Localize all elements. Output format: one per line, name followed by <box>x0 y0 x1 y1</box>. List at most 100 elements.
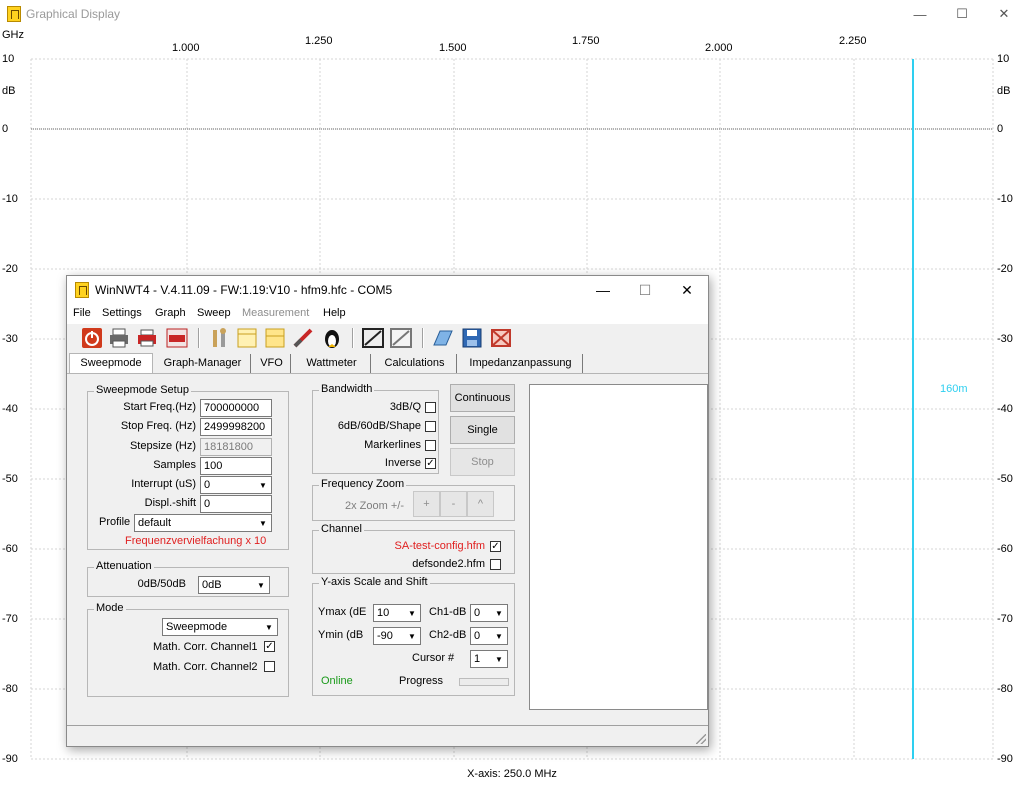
cursor-select[interactable]: 1 ▼ <box>470 650 508 668</box>
y-tick-label-right: 10 <box>997 53 1010 65</box>
resize-grip-icon[interactable] <box>696 734 706 744</box>
frame-icon[interactable] <box>235 326 259 350</box>
freq-multiplier-label: Frequenzvervielfachung x 10 <box>125 535 267 547</box>
samples-input[interactable]: 100 <box>200 457 272 475</box>
y-tick-label-left: -90 <box>2 753 18 765</box>
pdf-icon[interactable] <box>165 326 189 350</box>
menu-settings[interactable]: Settings <box>102 307 142 319</box>
x-unit-label: GHz <box>2 29 24 41</box>
markerlines-label: Markerlines <box>364 439 421 451</box>
tab-calculations[interactable]: Calculations <box>373 354 457 373</box>
markerlines-checkbox[interactable] <box>425 440 436 451</box>
dialog-titlebar[interactable]: WinNWT4 - V.4.11.09 - FW:1.19:V10 - hfm9… <box>67 276 708 304</box>
ch1-db-select[interactable]: 0 ▼ <box>470 604 508 622</box>
dialog-app-icon <box>75 282 89 298</box>
ch2-db-label: Ch2-dB <box>429 629 467 641</box>
channel-file1-checkbox[interactable]: ✓ <box>490 541 501 552</box>
dialog-close-button[interactable]: ✕ <box>666 276 708 304</box>
channel-file2-label: defsonde2.hfm <box>412 558 485 570</box>
calibrate-gray-icon[interactable] <box>389 326 413 350</box>
interrupt-value: 0 <box>204 479 211 491</box>
chevron-down-icon: ▼ <box>492 606 506 620</box>
zoom-minus-button[interactable]: - <box>440 491 467 517</box>
ymin-label: Ymin (dB <box>318 629 364 641</box>
y-tick-label-left: -30 <box>2 333 18 345</box>
start-freq-label: Start Freq.(Hz) <box>123 401 196 413</box>
status-bar <box>67 725 708 746</box>
winnwt-dialog[interactable]: WinNWT4 - V.4.11.09 - FW:1.19:V10 - hfm9… <box>66 275 709 747</box>
attenuation-select[interactable]: 0dB ▼ <box>198 576 270 594</box>
group-title: Y-axis Scale and Shift <box>319 576 430 588</box>
stop-freq-input[interactable]: 2499998200 <box>200 418 272 436</box>
printer-red-icon[interactable] <box>135 326 159 350</box>
y-tick-label-right: -40 <box>997 403 1013 415</box>
tab-wattmeter[interactable]: Wattmeter <box>293 354 371 373</box>
group-title: Mode <box>94 602 126 614</box>
y-unit-label-left: dB <box>2 85 16 97</box>
tab-sweepmode[interactable]: Sweepmode <box>69 353 153 374</box>
profile-label: Profile <box>99 516 131 528</box>
y-tick-label-left: 0 <box>2 123 9 135</box>
interrupt-select[interactable]: 0 ▼ <box>200 476 272 494</box>
mode-select[interactable]: Sweepmode ▼ <box>162 618 278 636</box>
menu-help[interactable]: Help <box>323 307 346 319</box>
chevron-down-icon: ▼ <box>405 629 419 643</box>
menu-bar: File Settings Graph Sweep Measurement He… <box>67 304 708 324</box>
online-status: Online <box>321 675 353 687</box>
stop-button[interactable]: Stop <box>450 448 515 476</box>
chevron-down-icon: ▼ <box>256 516 270 530</box>
bw-3db-label: 3dB/Q <box>389 401 421 413</box>
menu-graph[interactable]: Graph <box>155 307 186 319</box>
single-button[interactable]: Single <box>450 416 515 444</box>
dialog-minimize-button[interactable]: — <box>582 276 624 304</box>
tab-vfo[interactable]: VFO <box>253 354 291 373</box>
tab-graph-manager[interactable]: Graph-Manager <box>155 354 251 373</box>
zoom-reset-button[interactable]: ^ <box>467 491 494 517</box>
zoom-plus-button[interactable]: + <box>413 491 440 517</box>
x-tick-label: 2.000 <box>705 42 733 54</box>
inverse-checkbox[interactable]: ✓ <box>425 458 436 469</box>
menu-measurement[interactable]: Measurement <box>242 307 309 319</box>
calibrate-icon[interactable] <box>361 326 385 350</box>
penguin-icon[interactable] <box>320 326 344 350</box>
math-corr-ch1-checkbox[interactable]: ✓ <box>264 641 275 652</box>
chevron-down-icon: ▼ <box>254 578 268 592</box>
ymax-select[interactable]: 10 ▼ <box>373 604 421 622</box>
group-title: Sweepmode Setup <box>94 384 191 396</box>
profile-select[interactable]: default ▼ <box>134 514 272 532</box>
printer-icon[interactable] <box>107 326 131 350</box>
ymin-select[interactable]: -90 ▼ <box>373 627 421 645</box>
stepsize-input: 18181800 <box>200 438 272 456</box>
delete-icon[interactable] <box>489 326 513 350</box>
math-corr-ch1-label: Math. Corr. Channel1 <box>153 641 258 653</box>
save-icon[interactable] <box>460 326 484 350</box>
output-listbox[interactable] <box>529 384 708 710</box>
y-tick-label-left: -40 <box>2 403 18 415</box>
channel-file2-checkbox[interactable] <box>490 559 501 570</box>
tools-icon[interactable] <box>207 326 231 350</box>
power-icon[interactable] <box>80 326 104 350</box>
menu-sweep[interactable]: Sweep <box>197 307 231 319</box>
dialog-maximize-button[interactable]: ☐ <box>624 276 666 304</box>
y-tick-label-left: -20 <box>2 263 18 275</box>
ch2-db-select[interactable]: 0 ▼ <box>470 627 508 645</box>
displ-shift-input[interactable]: 0 <box>200 495 272 513</box>
open-folder-icon[interactable] <box>431 326 455 350</box>
tab-impedanzanpassung[interactable]: Impedanzanpassung <box>459 354 583 373</box>
y-tick-label-right: -20 <box>997 263 1013 275</box>
y-tick-label-left: -50 <box>2 473 18 485</box>
toolbar-separator <box>352 328 354 348</box>
y-tick-label-right: -80 <box>997 683 1013 695</box>
math-corr-ch2-checkbox[interactable] <box>264 661 275 672</box>
bandwidth-group: Bandwidth 3dB/Q 6dB/60dB/Shape Markerlin… <box>312 383 439 474</box>
bw-3db-checkbox[interactable] <box>425 402 436 413</box>
note-icon[interactable] <box>263 326 287 350</box>
bw-6db-checkbox[interactable] <box>425 421 436 432</box>
chevron-down-icon: ▼ <box>405 606 419 620</box>
continuous-button[interactable]: Continuous <box>450 384 515 412</box>
start-freq-input[interactable]: 700000000 <box>200 399 272 417</box>
samples-label: Samples <box>153 459 196 471</box>
menu-file[interactable]: File <box>73 307 91 319</box>
chevron-down-icon: ▼ <box>492 652 506 666</box>
probe-icon[interactable] <box>291 326 315 350</box>
